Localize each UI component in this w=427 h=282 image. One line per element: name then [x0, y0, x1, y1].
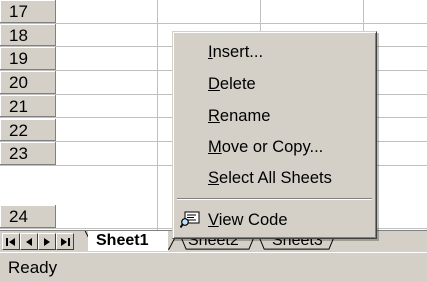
menu-item-label: Select All Sheets [208, 169, 332, 187]
row-header-19[interactable]: 19 [0, 47, 56, 71]
next-sheet-icon [44, 238, 50, 246]
row-header-21[interactable]: 21 [0, 94, 56, 118]
menu-item-label: Delete [208, 75, 256, 93]
last-sheet-button[interactable] [56, 233, 74, 250]
menu-item-insert[interactable]: Insert... [176, 38, 373, 66]
menu-item-label: View Code [208, 211, 288, 229]
menu-item-move-or-copy[interactable]: Move or Copy... [176, 133, 373, 161]
row-header-24[interactable]: 24 [0, 205, 56, 228]
menu-item-label: Move or Copy... [208, 138, 324, 156]
menu-item-select-all-sheets[interactable]: Select All Sheets [176, 164, 373, 192]
row-header-22[interactable]: 22 [0, 118, 56, 142]
row-header-20[interactable]: 20 [0, 71, 56, 94]
row-header-18[interactable]: 18 [0, 23, 56, 47]
view-code-icon [180, 211, 200, 229]
status-text: Ready [8, 258, 58, 277]
last-sheet-icon [61, 238, 70, 246]
menu-separator [177, 198, 372, 200]
row-header-23[interactable]: 23 [0, 142, 56, 165]
status-bar: Ready [0, 252, 427, 282]
menu-item-label: Insert... [208, 43, 264, 61]
first-sheet-icon [6, 238, 15, 246]
next-sheet-button[interactable] [38, 233, 56, 250]
row-header-17[interactable]: 17 [0, 0, 56, 23]
menu-item-rename[interactable]: Rename [176, 102, 373, 130]
grid-row[interactable]: 17 [0, 0, 427, 24]
previous-sheet-button[interactable] [20, 233, 38, 250]
menu-item-label: Rename [208, 107, 271, 125]
sheet-tab-context-menu: Insert... Delete Rename Move or Copy... … [172, 31, 377, 239]
first-sheet-button[interactable] [2, 233, 20, 250]
menu-item-delete[interactable]: Delete [176, 70, 373, 98]
tab-sheet1[interactable]: Sheet1 [88, 231, 168, 251]
menu-item-view-code[interactable]: View Code [176, 206, 373, 234]
previous-sheet-icon [26, 238, 32, 246]
